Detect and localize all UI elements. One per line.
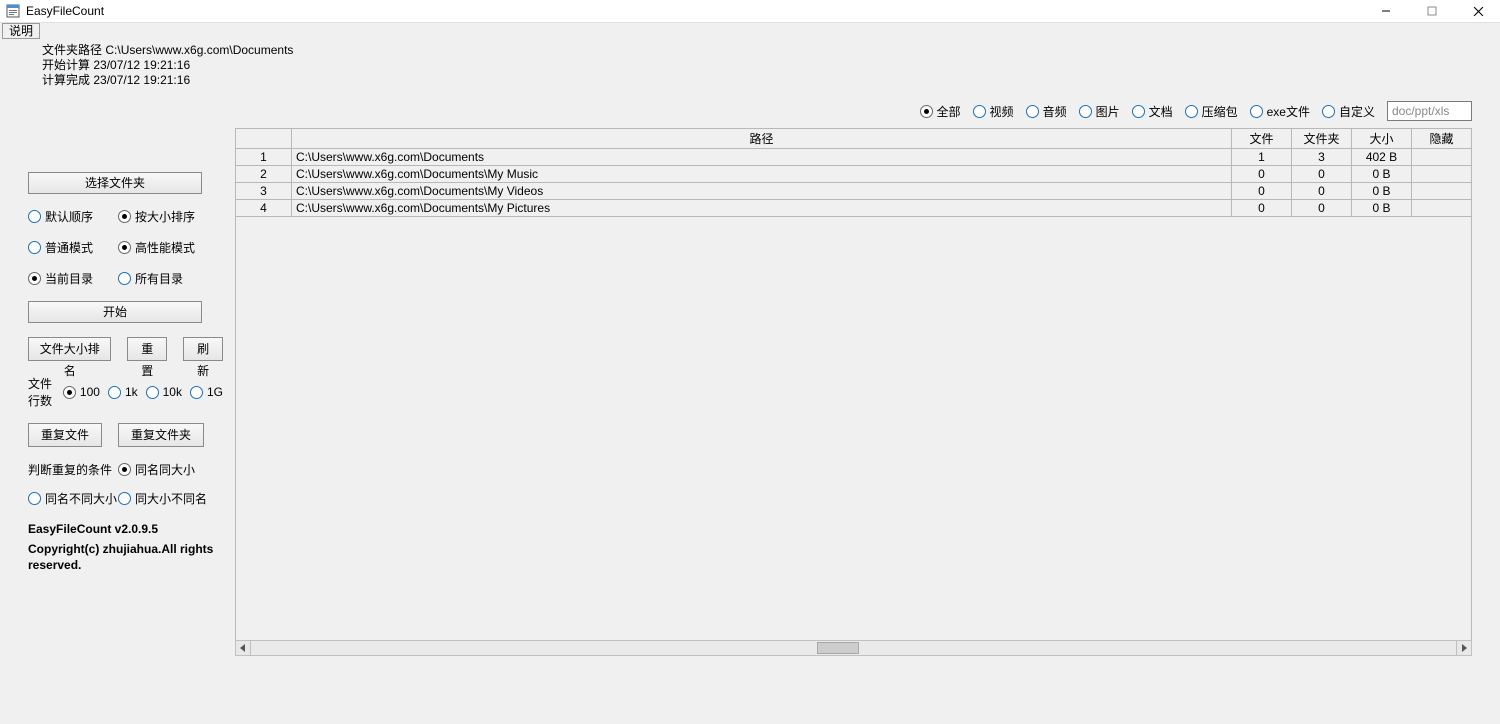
cell-index: 2 <box>236 166 292 183</box>
dup-folders-button[interactable]: 重复文件夹 <box>118 423 204 447</box>
filter-custom-input[interactable] <box>1387 101 1472 121</box>
cell-path: C:\Users\www.x6g.com\Documents <box>292 149 1232 166</box>
filter-custom[interactable]: 自定义 <box>1322 103 1375 120</box>
cell-path: C:\Users\www.x6g.com\Documents\My Videos <box>292 183 1232 200</box>
rowcount-label: 文件行数 <box>28 375 55 409</box>
filesize-rank-button[interactable]: 文件大小排名 <box>28 337 111 361</box>
scroll-thumb[interactable] <box>817 642 859 654</box>
cell-path: C:\Users\www.x6g.com\Documents\My Pictur… <box>292 200 1232 217</box>
sidebar: 选择文件夹 默认顺序 按大小排序 普通模式 高性能模式 当前目录 所有目录 开始… <box>28 172 223 573</box>
dup-cond-label: 判断重复的条件 <box>28 461 118 478</box>
refresh-button[interactable]: 刷新 <box>183 337 223 361</box>
rowcount-10k[interactable]: 10k <box>146 385 182 399</box>
start-button[interactable]: 开始 <box>28 301 202 323</box>
mode-perf-radio[interactable]: 高性能模式 <box>118 239 218 256</box>
filter-audio[interactable]: 音频 <box>1026 103 1067 120</box>
col-size[interactable]: 大小 <box>1352 129 1412 149</box>
table-row[interactable]: 3C:\Users\www.x6g.com\Documents\My Video… <box>236 183 1472 200</box>
cell-index: 4 <box>236 200 292 217</box>
start-label: 开始计算 <box>42 58 90 72</box>
sort-default-radio[interactable]: 默认顺序 <box>28 208 118 225</box>
cell-files: 0 <box>1232 166 1292 183</box>
choose-folder-button[interactable]: 选择文件夹 <box>28 172 202 194</box>
path-label: 文件夹路径 <box>42 43 102 57</box>
rowcount-group: 文件行数 100 1k 10k 1G <box>28 375 223 409</box>
cell-folders: 0 <box>1292 200 1352 217</box>
dup-same-size-diff-name[interactable]: 同大小不同名 <box>118 490 218 507</box>
scroll-track[interactable] <box>251 641 1456 655</box>
maximize-button[interactable] <box>1418 3 1446 19</box>
scroll-left-icon[interactable] <box>236 641 251 655</box>
filter-all[interactable]: 全部 <box>920 103 961 120</box>
minimize-button[interactable] <box>1372 3 1400 19</box>
titlebar: EasyFileCount <box>0 0 1500 23</box>
col-files[interactable]: 文件 <box>1232 129 1292 149</box>
cell-index: 3 <box>236 183 292 200</box>
filter-image[interactable]: 图片 <box>1079 103 1120 120</box>
start-time: 23/07/12 19:21:16 <box>93 58 190 72</box>
col-folders[interactable]: 文件夹 <box>1292 129 1352 149</box>
col-path[interactable]: 路径 <box>292 129 1232 149</box>
menu-bar: 说明 <box>0 23 1500 41</box>
cell-files: 1 <box>1232 149 1292 166</box>
cell-size: 402 B <box>1352 149 1412 166</box>
menu-help[interactable]: 说明 <box>2 23 40 39</box>
table-row[interactable]: 1C:\Users\www.x6g.com\Documents13402 B <box>236 149 1472 166</box>
col-hidden[interactable]: 隐藏 <box>1412 129 1472 149</box>
info-block: 文件夹路径 C:\Users\www.x6g.com\Documents 开始计… <box>0 41 1500 88</box>
cell-size: 0 B <box>1352 200 1412 217</box>
rowcount-100[interactable]: 100 <box>63 385 100 399</box>
cell-hidden <box>1412 149 1472 166</box>
filter-exe[interactable]: exe文件 <box>1250 103 1310 120</box>
cell-hidden <box>1412 183 1472 200</box>
table-row[interactable]: 2C:\Users\www.x6g.com\Documents\My Music… <box>236 166 1472 183</box>
main-table-area: 路径 文件 文件夹 大小 隐藏 1C:\Users\www.x6g.com\Do… <box>235 128 1472 656</box>
done-time: 23/07/12 19:21:16 <box>93 73 190 87</box>
cell-path: C:\Users\www.x6g.com\Documents\My Music <box>292 166 1232 183</box>
col-index[interactable] <box>236 129 292 149</box>
window-buttons <box>1372 3 1494 19</box>
cell-size: 0 B <box>1352 183 1412 200</box>
rowcount-1g[interactable]: 1G <box>190 385 223 399</box>
copyright-text: Copyright(c) zhujiahua.All rights reserv… <box>28 541 223 573</box>
reset-button[interactable]: 重置 <box>127 337 167 361</box>
table-row[interactable]: 4C:\Users\www.x6g.com\Documents\My Pictu… <box>236 200 1472 217</box>
scroll-right-icon[interactable] <box>1456 641 1471 655</box>
done-label: 计算完成 <box>42 73 90 87</box>
table-blank-area <box>235 217 1472 642</box>
cell-folders: 0 <box>1292 183 1352 200</box>
cell-folders: 3 <box>1292 149 1352 166</box>
cell-folders: 0 <box>1292 166 1352 183</box>
rowcount-1k[interactable]: 1k <box>108 385 138 399</box>
cell-files: 0 <box>1232 200 1292 217</box>
window-title: EasyFileCount <box>26 4 104 18</box>
dup-files-button[interactable]: 重复文件 <box>28 423 102 447</box>
dup-same-name-diff-size[interactable]: 同名不同大小 <box>28 490 118 507</box>
cell-hidden <box>1412 200 1472 217</box>
horizontal-scrollbar[interactable] <box>235 640 1472 656</box>
dir-current-radio[interactable]: 当前目录 <box>28 270 118 287</box>
filter-row: 全部 视频 音频 图片 文档 压缩包 exe文件 自定义 <box>920 100 1472 122</box>
mode-normal-radio[interactable]: 普通模式 <box>28 239 118 256</box>
sort-size-radio[interactable]: 按大小排序 <box>118 208 218 225</box>
cell-files: 0 <box>1232 183 1292 200</box>
filter-archive[interactable]: 压缩包 <box>1185 103 1238 120</box>
filter-document[interactable]: 文档 <box>1132 103 1173 120</box>
close-button[interactable] <box>1464 3 1492 19</box>
cell-hidden <box>1412 166 1472 183</box>
dup-same-name-size[interactable]: 同名同大小 <box>118 461 218 478</box>
path-value: C:\Users\www.x6g.com\Documents <box>105 43 293 57</box>
filter-video[interactable]: 视频 <box>973 103 1014 120</box>
cell-size: 0 B <box>1352 166 1412 183</box>
app-icon <box>6 4 20 18</box>
cell-index: 1 <box>236 149 292 166</box>
version-text: EasyFileCount v2.0.9.5 <box>28 521 223 537</box>
results-table: 路径 文件 文件夹 大小 隐藏 1C:\Users\www.x6g.com\Do… <box>235 128 1472 217</box>
dir-all-radio[interactable]: 所有目录 <box>118 270 218 287</box>
